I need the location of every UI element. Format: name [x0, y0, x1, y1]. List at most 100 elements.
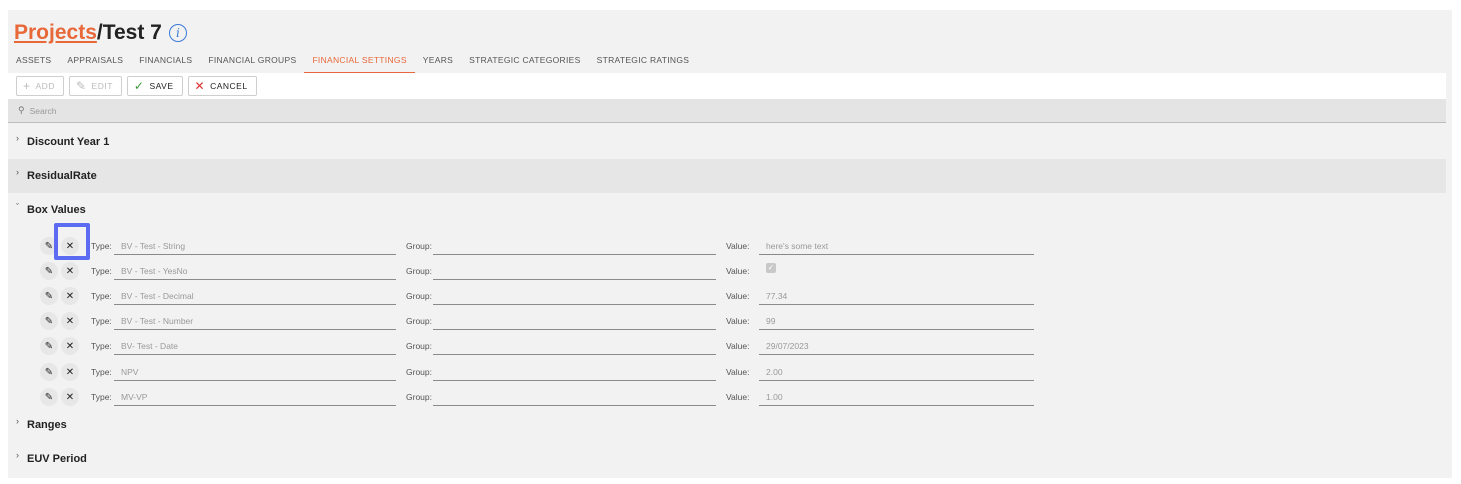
- value-field[interactable]: 99: [759, 308, 1034, 330]
- list-item: ✎ ✕ Type: BV - Test - YesNo Group: Value…: [8, 258, 1108, 283]
- group-label: Group:: [406, 291, 432, 301]
- save-button[interactable]: ✓ SAVE: [126, 76, 183, 96]
- group-residual-rate[interactable]: › ResidualRate: [8, 159, 1446, 193]
- pencil-icon: ✎: [44, 340, 54, 352]
- group-name: EUV Period: [27, 453, 87, 465]
- delete-row-button[interactable]: ✕: [61, 337, 79, 355]
- chevron-right-icon: ›: [16, 133, 19, 143]
- value-field[interactable]: 29/07/2023: [759, 333, 1034, 355]
- tab-appraisals[interactable]: APPRAISALS: [59, 52, 131, 74]
- chevron-right-icon: ›: [16, 450, 19, 460]
- edit-row-button[interactable]: ✎: [40, 237, 58, 255]
- value-field[interactable]: 1.00: [759, 384, 1034, 406]
- group-field[interactable]: [433, 308, 716, 330]
- group-field[interactable]: [433, 283, 716, 305]
- group-field[interactable]: [433, 359, 716, 381]
- tab-strategic-categories[interactable]: STRATEGIC CATEGORIES: [461, 52, 588, 74]
- type-label: Type:: [91, 241, 112, 251]
- tab-strategic-ratings[interactable]: STRATEGIC RATINGS: [589, 52, 698, 74]
- group-euv-period[interactable]: › EUV Period: [8, 442, 1446, 476]
- value-label: Value:: [726, 316, 750, 326]
- info-icon[interactable]: i: [168, 24, 187, 42]
- value-field[interactable]: 77.34: [759, 283, 1034, 305]
- delete-row-button[interactable]: ✕: [61, 312, 79, 330]
- add-button[interactable]: + ADD: [16, 76, 64, 96]
- pencil-icon: ✎: [44, 240, 54, 252]
- value-field[interactable]: here's some text: [759, 233, 1034, 255]
- group-label: Group:: [406, 341, 432, 351]
- search-input[interactable]: ⚲ Search: [8, 99, 1446, 123]
- type-label: Type:: [91, 266, 112, 276]
- cancel-button[interactable]: ✕ CANCEL: [187, 76, 257, 96]
- group-field[interactable]: [433, 233, 716, 255]
- toolbar: + ADD ✎ EDIT ✓ SAVE ✕ CANCEL: [8, 73, 1446, 99]
- value-checkbox[interactable]: ✓: [766, 263, 776, 273]
- group-field[interactable]: [433, 333, 716, 355]
- edit-row-button[interactable]: ✎: [40, 388, 58, 406]
- value-field[interactable]: 2.00: [759, 359, 1034, 381]
- group-field[interactable]: [433, 384, 716, 406]
- group-name: Ranges: [27, 419, 67, 431]
- list-item: ✎ ✕ Type: NPV Group: Value: 2.00: [8, 359, 1108, 384]
- list-item: ✎ ✕ Type: BV - Test - Decimal Group: Val…: [8, 283, 1108, 308]
- x-icon: ✕: [194, 79, 206, 93]
- type-label: Type:: [91, 367, 112, 377]
- delete-row-button[interactable]: ✕: [61, 363, 79, 381]
- group-field[interactable]: [433, 258, 716, 280]
- type-label: Type:: [91, 341, 112, 351]
- close-icon: ✕: [65, 340, 75, 352]
- breadcrumb: Projects / Test 7 i: [14, 19, 187, 47]
- close-icon: ✕: [65, 366, 75, 378]
- tab-assets[interactable]: ASSETS: [8, 52, 59, 74]
- edit-row-button[interactable]: ✎: [40, 312, 58, 330]
- page-title: Test 7: [102, 21, 162, 44]
- value-label: Value:: [726, 341, 750, 351]
- tab-financial-settings[interactable]: FINANCIAL SETTINGS: [304, 52, 415, 74]
- group-label: Group:: [406, 367, 432, 377]
- type-field[interactable]: MV-VP: [114, 384, 396, 406]
- pencil-icon: ✎: [75, 79, 87, 93]
- edit-row-button[interactable]: ✎: [40, 287, 58, 305]
- tab-years[interactable]: YEARS: [415, 52, 461, 74]
- delete-row-button[interactable]: ✕: [61, 388, 79, 406]
- edit-button[interactable]: ✎ EDIT: [68, 76, 122, 96]
- value-label: Value:: [726, 291, 750, 301]
- group-box-values[interactable]: ˇ Box Values: [8, 193, 1446, 227]
- edit-row-button[interactable]: ✎: [40, 262, 58, 280]
- group-label: Group:: [406, 316, 432, 326]
- group-discount-year-1[interactable]: › Discount Year 1: [8, 125, 1446, 159]
- pencil-icon: ✎: [44, 366, 54, 378]
- group-name: Discount Year 1: [27, 136, 110, 148]
- delete-row-button[interactable]: ✕: [61, 237, 79, 255]
- type-field[interactable]: BV - Test - Number: [114, 308, 396, 330]
- type-label: Type:: [91, 316, 112, 326]
- breadcrumb-projects-link[interactable]: Projects: [14, 21, 97, 45]
- cancel-label: CANCEL: [210, 81, 248, 91]
- tab-financial-groups[interactable]: FINANCIAL GROUPS: [200, 52, 304, 74]
- group-label: Group:: [406, 266, 432, 276]
- type-field[interactable]: BV - Test - YesNo: [114, 258, 396, 280]
- close-icon: ✕: [65, 290, 75, 302]
- group-ranges[interactable]: › Ranges: [8, 408, 1446, 442]
- type-label: Type:: [91, 392, 112, 402]
- group-label: Group:: [406, 392, 432, 402]
- value-label: Value:: [726, 392, 750, 402]
- close-icon: ✕: [65, 265, 75, 277]
- page-frame: Projects / Test 7 i ASSETS APPRAISALS FI…: [8, 10, 1452, 478]
- chevron-right-icon: ›: [16, 167, 19, 177]
- list-item: ✎ ✕ Type: BV - Test - String Group: Valu…: [8, 233, 1108, 258]
- delete-row-button[interactable]: ✕: [61, 262, 79, 280]
- pencil-icon: ✎: [44, 391, 54, 403]
- close-icon: ✕: [65, 240, 75, 252]
- list-item: ✎ ✕ Type: MV-VP Group: Value: 1.00: [8, 384, 1108, 409]
- edit-row-button[interactable]: ✎: [40, 337, 58, 355]
- type-field[interactable]: NPV: [114, 359, 396, 381]
- tab-financials[interactable]: FINANCIALS: [131, 52, 200, 74]
- pencil-icon: ✎: [44, 290, 54, 302]
- edit-row-button[interactable]: ✎: [40, 363, 58, 381]
- delete-row-button[interactable]: ✕: [61, 287, 79, 305]
- check-icon: ✓: [133, 79, 145, 93]
- type-field[interactable]: BV- Test - Date: [114, 333, 396, 355]
- type-field[interactable]: BV - Test - String: [114, 233, 396, 255]
- type-field[interactable]: BV - Test - Decimal: [114, 283, 396, 305]
